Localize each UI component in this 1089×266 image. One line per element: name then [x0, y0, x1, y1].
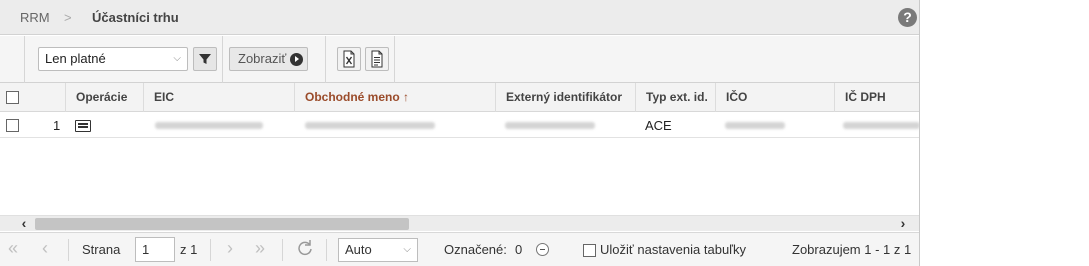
next-page-icon[interactable]: › [227, 238, 233, 258]
toolbar: Len platné ⌵ Zobraziť [0, 36, 919, 83]
table-header: Operácie EIC Obchodné meno ↑ Externý ide… [0, 83, 919, 112]
column-header-operations[interactable]: Operácie [65, 83, 142, 112]
column-header-vat-id[interactable]: IČ DPH [834, 83, 919, 112]
last-page-icon[interactable]: » [255, 238, 265, 258]
show-button[interactable]: Zobraziť [229, 47, 308, 71]
breadcrumb: RRM > Účastníci trhu ? [0, 0, 919, 35]
export-excel-button[interactable] [337, 47, 361, 71]
page-size-value: Auto [345, 242, 372, 257]
scrollbar-thumb[interactable] [35, 218, 409, 230]
refresh-icon-graphic [298, 240, 312, 256]
select-all-checkbox[interactable] [6, 91, 19, 104]
toolbar-divider [24, 36, 25, 83]
toolbar-divider [325, 36, 326, 83]
scroll-left-icon[interactable]: ‹ [14, 216, 34, 232]
document-icon [371, 50, 383, 68]
breadcrumb-separator: > [64, 10, 72, 25]
previous-page-icon[interactable]: ‹ [42, 238, 48, 258]
filter-icon [199, 54, 211, 64]
column-header-ico[interactable]: IČO [715, 83, 833, 112]
first-page-icon[interactable]: « [8, 238, 18, 258]
play-circle-icon [290, 53, 303, 66]
save-settings-label[interactable]: Uložiť nastavenia tabuľky [600, 240, 746, 260]
validity-filter-value: Len platné [45, 51, 106, 66]
list-icon[interactable] [75, 120, 91, 132]
page-size-select[interactable]: Auto ⌵ [338, 238, 418, 262]
column-header-external-id[interactable]: Externý identifikátor [495, 83, 635, 112]
validity-filter-select[interactable]: Len platné ⌵ [38, 47, 188, 71]
page-count-label: z 1 [180, 242, 198, 257]
ico-value-redacted [725, 122, 785, 129]
breadcrumb-root-link[interactable]: RRM [20, 10, 50, 25]
business-name-value-redacted [305, 122, 435, 129]
page-number-input[interactable]: 1 [135, 237, 175, 262]
external-id-value-redacted [505, 122, 595, 129]
clear-selection-icon[interactable] [536, 243, 549, 256]
selected-label: Označené: [444, 242, 507, 257]
selected-count: 0 [515, 242, 523, 257]
column-header-eic[interactable]: EIC [143, 83, 293, 112]
scroll-right-icon[interactable]: › [893, 216, 913, 232]
page-label: Strana [82, 242, 121, 257]
column-header-ext-id-type[interactable]: Typ ext. id. [635, 83, 715, 112]
pager-divider [282, 239, 283, 261]
filter-button[interactable] [193, 47, 217, 71]
export-document-button[interactable] [365, 47, 389, 71]
chevron-down-icon: ⌵ [403, 244, 411, 255]
records-summary: Zobrazujem 1 - 1 z 1 [792, 242, 912, 257]
toolbar-divider [394, 36, 395, 83]
ext-id-type-value: ACE [645, 118, 672, 133]
refresh-icon[interactable] [296, 238, 314, 264]
table-row[interactable]: 1 ACE [0, 113, 919, 138]
chevron-down-icon: ⌵ [173, 53, 181, 64]
save-settings-checkbox[interactable] [583, 244, 596, 257]
pager-divider [326, 239, 327, 261]
vat-id-value-redacted [843, 122, 919, 129]
page-title: Účastníci trhu [92, 10, 179, 25]
pager-divider [68, 239, 69, 261]
row-checkbox[interactable] [6, 119, 19, 132]
column-header-business-name[interactable]: Obchodné meno ↑ [294, 83, 494, 112]
eic-value-redacted [155, 122, 263, 129]
pagination-bar: « ‹ Strana 1 z 1 › » Auto ⌵ Označené: 0 … [0, 232, 919, 266]
pager-divider [210, 239, 211, 261]
show-button-label: Zobraziť [238, 51, 287, 66]
grid-panel: RRM > Účastníci trhu ? Len platné ⌵ Zobr… [0, 0, 920, 266]
toolbar-divider [222, 36, 223, 83]
excel-icon [343, 50, 355, 68]
horizontal-scrollbar[interactable]: ‹ › [0, 215, 919, 232]
help-icon[interactable]: ? [898, 8, 917, 27]
row-index: 1 [53, 118, 61, 133]
